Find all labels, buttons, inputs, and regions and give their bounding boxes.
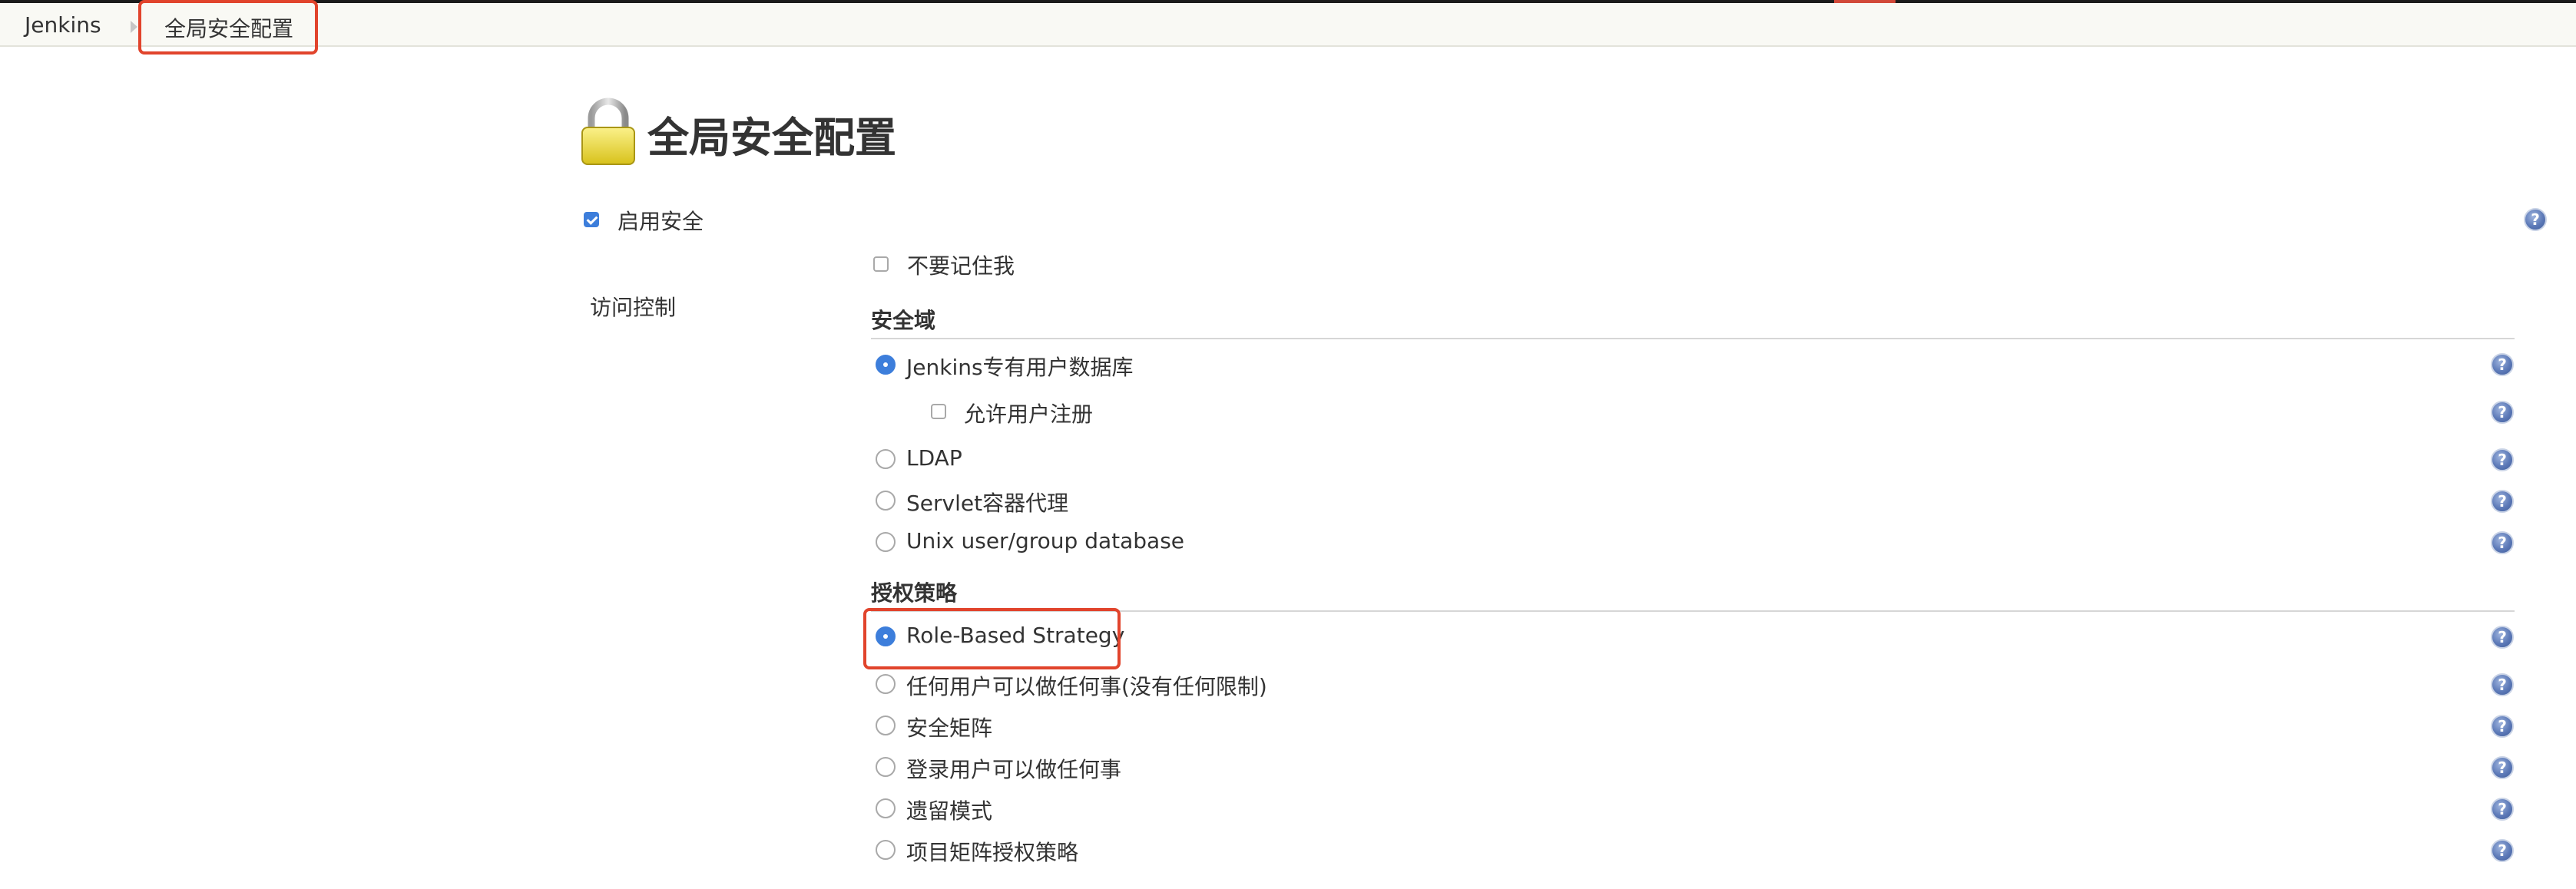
realm-unix-radio[interactable] — [876, 532, 896, 552]
help-icon[interactable]: ? — [2491, 839, 2514, 862]
realm-ldap-label: LDAP — [906, 445, 962, 471]
breadcrumb-jenkins-link[interactable]: Jenkins — [25, 12, 101, 38]
help-icon[interactable]: ? — [2491, 353, 2514, 376]
allow-signup-checkbox[interactable] — [931, 404, 946, 419]
enable-security-checkbox[interactable] — [584, 212, 599, 227]
help-icon[interactable]: ? — [2491, 531, 2514, 554]
authz-project-matrix-label: 项目矩阵授权策略 — [906, 840, 1079, 865]
breadcrumb: Jenkins 全局安全配置 — [0, 3, 2576, 47]
lock-icon — [581, 97, 635, 165]
highlight-box-breadcrumb — [138, 0, 318, 55]
page-title: 全局安全配置 — [647, 114, 896, 162]
security-realm-divider — [871, 338, 2515, 339]
authorization-heading: 授权策略 — [871, 580, 958, 606]
help-icon[interactable]: ? — [2491, 401, 2514, 424]
help-icon[interactable]: ? — [2491, 798, 2514, 821]
access-control-label: 访问控制 — [590, 295, 677, 320]
help-icon[interactable]: ? — [2491, 673, 2514, 696]
help-icon[interactable]: ? — [2524, 208, 2547, 231]
realm-jenkins-db-radio[interactable] — [876, 355, 896, 375]
authz-logged-in-radio[interactable] — [876, 757, 896, 777]
highlight-box-role-strategy — [863, 608, 1121, 669]
authz-matrix-radio[interactable] — [876, 715, 896, 735]
help-icon[interactable]: ? — [2491, 756, 2514, 779]
security-realm-heading: 安全域 — [871, 308, 936, 333]
help-icon[interactable]: ? — [2491, 490, 2514, 513]
authz-project-matrix-radio[interactable] — [876, 840, 896, 860]
realm-servlet-label: Servlet容器代理 — [906, 491, 1069, 516]
dont-remember-me-checkbox[interactable] — [873, 256, 889, 272]
authz-anyone-radio[interactable] — [876, 674, 896, 694]
authz-legacy-label: 遗留模式 — [906, 798, 993, 824]
help-icon[interactable]: ? — [2491, 715, 2514, 738]
realm-jenkins-db-label: Jenkins专有用户数据库 — [906, 355, 1134, 380]
help-icon[interactable]: ? — [2491, 448, 2514, 471]
help-icon[interactable]: ? — [2491, 626, 2514, 649]
authz-logged-in-label: 登录用户可以做任何事 — [906, 757, 1122, 782]
allow-signup-label: 允许用户注册 — [964, 402, 1094, 427]
realm-unix-label: Unix user/group database — [906, 528, 1185, 554]
breadcrumb-separator-icon — [131, 21, 137, 33]
realm-servlet-radio[interactable] — [876, 491, 896, 511]
authz-legacy-radio[interactable] — [876, 798, 896, 818]
authz-anyone-label: 任何用户可以做任何事(没有任何限制) — [906, 674, 1267, 699]
realm-ldap-radio[interactable] — [876, 449, 896, 469]
authz-matrix-label: 安全矩阵 — [906, 715, 993, 741]
enable-security-label: 启用安全 — [618, 209, 704, 234]
dont-remember-me-label: 不要记住我 — [907, 253, 1015, 279]
